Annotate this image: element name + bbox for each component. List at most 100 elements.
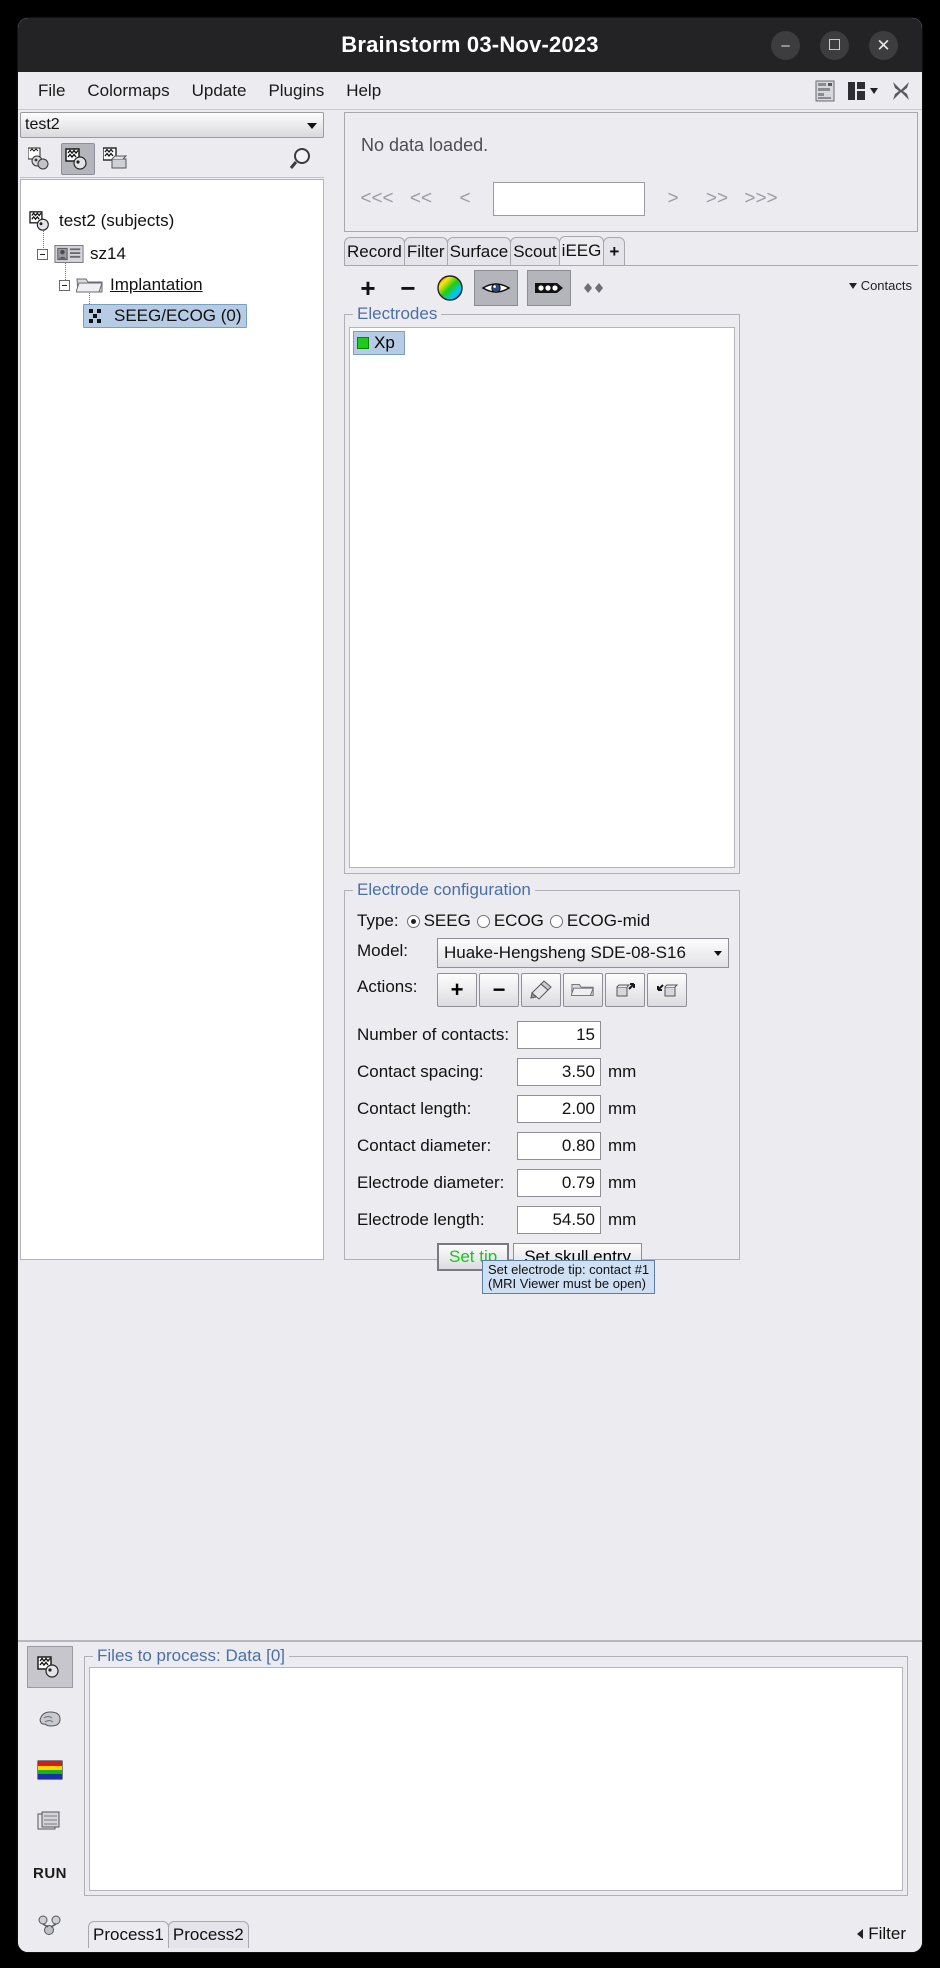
process-sources-button[interactable] (27, 1698, 73, 1740)
close-button[interactable]: ✕ (869, 31, 898, 60)
nav-last-button[interactable]: >>> (739, 188, 783, 210)
add-model-button[interactable]: + (437, 973, 477, 1007)
electrodes-group-title: Electrodes (353, 304, 442, 324)
number-of-contacts-input[interactable]: 15 (517, 1021, 601, 1049)
nav-prev-page-button[interactable]: << (399, 188, 443, 210)
edit-model-button[interactable] (521, 973, 561, 1007)
remove-electrode-button[interactable]: − (390, 270, 426, 306)
nav-prev-button[interactable]: < (443, 188, 487, 210)
nav-field[interactable] (493, 182, 645, 216)
electrode-color-swatch (357, 337, 369, 349)
radio-ecog[interactable] (476, 914, 490, 928)
data-nav-box: No data loaded. <<< << < > >> >>> (344, 112, 918, 232)
nav-first-button[interactable]: <<< (355, 188, 399, 210)
contacts-display-icon (535, 283, 563, 293)
process-timefreq-button[interactable] (27, 1749, 73, 1791)
close-all-figures-icon[interactable] (890, 80, 912, 102)
tab-filter[interactable]: Filter (403, 237, 448, 266)
menu-plugins[interactable]: Plugins (257, 77, 335, 105)
tree-node-seeg-ecog[interactable]: SEEG/ECOG (0) (83, 304, 247, 328)
field-row-contact-length: Contact length: 2.00 mm (357, 1095, 729, 1123)
process-matrix-button[interactable] (27, 1801, 73, 1843)
filter-label: Filter (868, 1924, 906, 1943)
field-unit: mm (608, 1099, 637, 1118)
nav-next-page-button[interactable]: >> (695, 188, 739, 210)
process-data-button[interactable] (27, 1646, 73, 1688)
contacts-dropdown-button[interactable]: Contacts (848, 278, 912, 293)
remove-model-button[interactable]: − (479, 973, 519, 1007)
subjects-anatomy-button[interactable] (24, 143, 58, 175)
list-item[interactable]: Xp (353, 331, 405, 355)
menu-colormaps[interactable]: Colormaps (76, 77, 180, 105)
collapse-icon[interactable] (37, 248, 48, 260)
menu-file[interactable]: File (27, 77, 76, 105)
menu-bar: File Colormaps Update Plugins Help (18, 72, 922, 110)
tab-process2[interactable]: Process2 (167, 1921, 249, 1948)
tab-surface[interactable]: Surface (446, 237, 512, 266)
electrode-diameter-input[interactable]: 0.79 (517, 1169, 601, 1197)
search-icon[interactable] (288, 146, 316, 172)
radio-seeg[interactable] (406, 914, 420, 928)
maximize-button[interactable]: ☐ (820, 31, 849, 60)
electrode-color-button[interactable] (432, 270, 468, 306)
layout-list-icon[interactable] (815, 80, 835, 102)
layout-grid-icon[interactable] (847, 80, 867, 102)
layout-dropdown-caret-icon[interactable] (870, 88, 878, 94)
app-root: Brainstorm 03-Nov-2023 – ☐ ✕ File Colorm… (0, 0, 940, 1968)
contact-diameter-input[interactable]: 0.80 (517, 1132, 601, 1160)
electrode-label: Xp (374, 333, 395, 352)
field-row-number-of-contacts: Number of contacts: 15 (357, 1021, 729, 1049)
tab-add[interactable]: + (603, 237, 626, 266)
database-toolbar (20, 140, 324, 178)
main-content: test2 test2 (subjects) sz14 Implantation… (18, 110, 922, 1294)
field-row-contact-diameter: Contact diameter: 0.80 mm (357, 1132, 729, 1160)
menu-update[interactable]: Update (181, 77, 258, 105)
type-row: Type: SEEG ECOG ECOG-mid (357, 911, 650, 931)
type-label: Type: (357, 911, 399, 930)
collapse-icon[interactable] (59, 279, 70, 291)
tab-process1[interactable]: Process1 (88, 1921, 169, 1948)
field-unit: mm (608, 1062, 637, 1081)
contact-spacing-input[interactable]: 3.50 (517, 1058, 601, 1086)
field-label: Electrode length: (357, 1210, 485, 1229)
toggle-visibility-button[interactable] (474, 270, 518, 306)
tree-node-implantation[interactable]: Implantation (59, 275, 203, 295)
status-text: No data loaded. (361, 135, 489, 155)
contact-length-input[interactable]: 2.00 (517, 1095, 601, 1123)
field-unit: mm (608, 1210, 637, 1229)
run-button[interactable]: RUN (27, 1853, 73, 1895)
pair-contacts-button[interactable] (576, 270, 612, 306)
electrode-length-input[interactable]: 54.50 (517, 1206, 601, 1234)
add-electrode-button[interactable]: + (350, 270, 386, 306)
toggle-contacts-display-button[interactable] (527, 270, 571, 306)
import-model-button[interactable] (647, 973, 687, 1007)
menu-help[interactable]: Help (335, 77, 392, 105)
protocol-combo[interactable]: test2 (20, 112, 324, 138)
tab-scout[interactable]: Scout (510, 237, 560, 266)
pipeline-button[interactable] (27, 1904, 73, 1946)
tab-record[interactable]: Record (344, 237, 405, 266)
chevron-down-icon (714, 951, 722, 956)
files-to-process-title: Files to process: Data [0] (93, 1646, 290, 1666)
model-select[interactable]: Huake-Hengsheng SDE-08-S16 (437, 938, 729, 968)
tree-node-subject[interactable]: sz14 (37, 243, 126, 265)
nav-next-button[interactable]: > (651, 188, 695, 210)
protocol-combo-value: test2 (25, 116, 60, 133)
filter-button[interactable]: Filter (857, 1924, 906, 1944)
functional-data-subjects-button[interactable] (61, 143, 95, 175)
tab-ieeg[interactable]: iEEG (558, 236, 605, 266)
export-model-button[interactable] (605, 973, 645, 1007)
tree-node-protocol[interactable]: test2 (subjects) (29, 210, 174, 232)
functional-data-conditions-button[interactable] (99, 143, 133, 175)
files-list[interactable] (89, 1667, 903, 1891)
electrodes-list[interactable]: Xp (349, 327, 735, 868)
minimize-button[interactable]: – (771, 31, 800, 60)
radio-ecog-mid[interactable] (549, 914, 563, 928)
actions-label: Actions: (357, 977, 418, 996)
import-model-icon (657, 984, 679, 997)
load-model-button[interactable] (563, 973, 603, 1007)
process-sources-icon (39, 1711, 61, 1727)
field-label: Number of contacts: (357, 1025, 510, 1044)
database-tree[interactable]: test2 (subjects) sz14 Implantation SEEG/… (20, 179, 324, 1260)
model-row: Model: (357, 941, 408, 961)
